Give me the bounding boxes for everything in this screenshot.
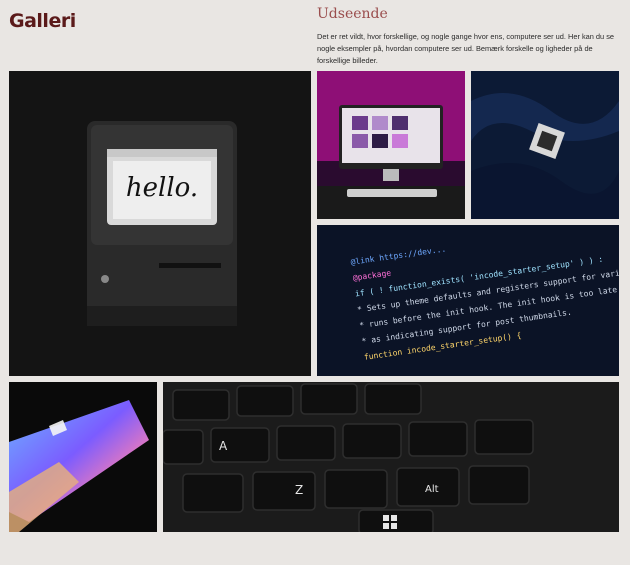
gallery-image-cpu[interactable] [471,71,619,219]
page-title: Galleri [9,10,76,32]
gallery-image-keyboard[interactable]: A Z Alt [163,382,619,532]
section-heading: Udseende [317,6,388,22]
section-description: Det er ret vildt, hvor forskellige, og n… [317,32,615,65]
screen-hello-text: hello. [126,173,198,203]
key-a-label: A [219,439,228,453]
gallery-image-imac[interactable] [317,71,465,219]
gallery-image-code[interactable]: @link https://dev... @package if ( ! fun… [317,225,619,376]
gallery-image-vintage-computer[interactable]: hello. [9,71,311,376]
gallery-image-laptop[interactable] [9,382,157,532]
key-z-label: Z [295,483,303,497]
key-alt-label: Alt [425,484,439,495]
